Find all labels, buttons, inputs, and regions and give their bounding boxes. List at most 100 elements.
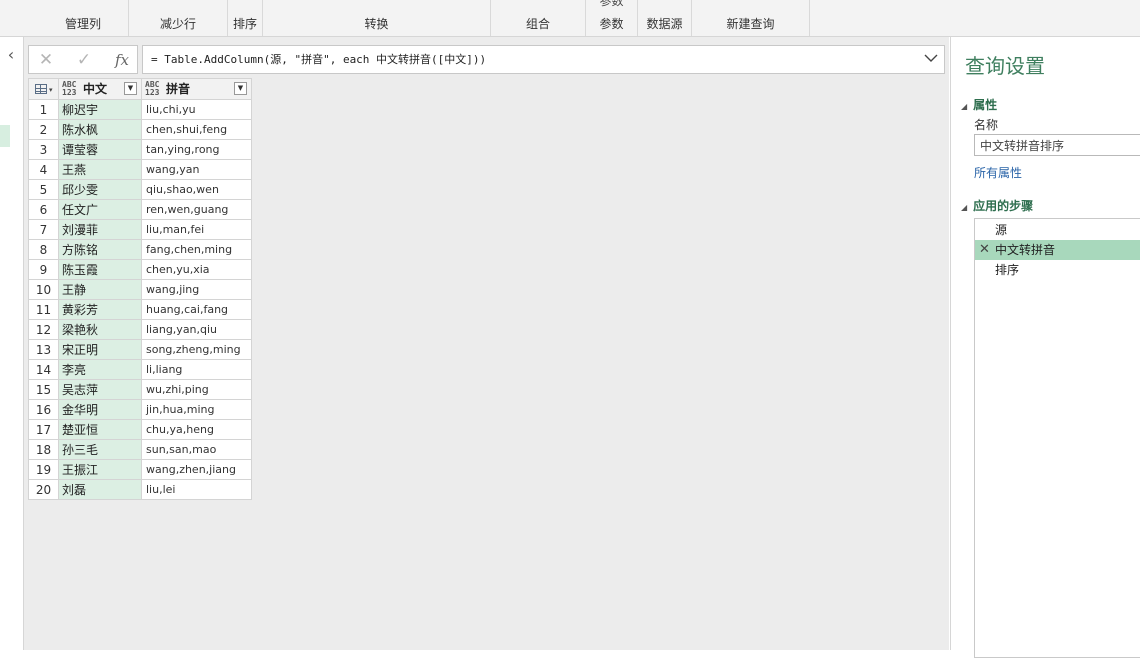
cell-chinese[interactable]: 楚亚恒: [58, 419, 142, 440]
cell-chinese[interactable]: 梁艳秋: [58, 319, 142, 340]
table-row[interactable]: 3 谭莹蓉 tan,ying,rong: [28, 139, 252, 160]
all-properties-link[interactable]: 所有属性: [974, 164, 1022, 181]
row-number[interactable]: 8: [28, 239, 59, 260]
cell-chinese[interactable]: 陈玉霞: [58, 259, 142, 280]
table-row[interactable]: 12 梁艳秋 liang,yan,qiu: [28, 319, 252, 340]
cell-pinyin[interactable]: song,zheng,ming: [141, 339, 252, 360]
row-number[interactable]: 16: [28, 399, 59, 420]
cell-pinyin[interactable]: fang,chen,ming: [141, 239, 252, 260]
cell-pinyin[interactable]: liang,yan,qiu: [141, 319, 252, 340]
cell-pinyin[interactable]: chen,shui,feng: [141, 119, 252, 140]
table-row[interactable]: 13 宋正明 song,zheng,ming: [28, 339, 252, 360]
cell-pinyin[interactable]: qiu,shao,wen: [141, 179, 252, 200]
expand-formula-bar-icon[interactable]: [922, 50, 940, 68]
row-number[interactable]: 5: [28, 179, 59, 200]
cell-chinese[interactable]: 谭莹蓉: [58, 139, 142, 160]
table-row[interactable]: 16 金华明 jin,hua,ming: [28, 399, 252, 420]
row-number[interactable]: 17: [28, 419, 59, 440]
table-row[interactable]: 11 黄彩芳 huang,cai,fang: [28, 299, 252, 320]
filter-dropdown-icon[interactable]: ▼: [124, 82, 137, 95]
cell-chinese[interactable]: 黄彩芳: [58, 299, 142, 320]
row-number[interactable]: 9: [28, 259, 59, 280]
insert-function-icon[interactable]: fx: [109, 49, 135, 71]
cell-pinyin[interactable]: sun,san,mao: [141, 439, 252, 460]
properties-section-header[interactable]: ◢ 属性: [961, 96, 997, 113]
cell-chinese[interactable]: 王振江: [58, 459, 142, 480]
ribbon-group-combine[interactable]: 组合: [491, 0, 586, 36]
row-number[interactable]: 1: [28, 99, 59, 120]
row-number[interactable]: 20: [28, 479, 59, 500]
row-number[interactable]: 10: [28, 279, 59, 300]
filter-dropdown-icon[interactable]: ▼: [234, 82, 247, 95]
cell-pinyin[interactable]: jin,hua,ming: [141, 399, 252, 420]
cell-pinyin[interactable]: liu,man,fei: [141, 219, 252, 240]
cell-pinyin[interactable]: wang,zhen,jiang: [141, 459, 252, 480]
row-number[interactable]: 14: [28, 359, 59, 380]
cell-pinyin[interactable]: liu,lei: [141, 479, 252, 500]
table-row[interactable]: 17 楚亚恒 chu,ya,heng: [28, 419, 252, 440]
step-source[interactable]: 源: [975, 220, 1140, 240]
cell-chinese[interactable]: 柳迟宇: [58, 99, 142, 120]
row-number[interactable]: 11: [28, 299, 59, 320]
table-row[interactable]: 19 王振江 wang,zhen,jiang: [28, 459, 252, 480]
table-menu-button[interactable]: ▾: [28, 78, 59, 100]
table-row[interactable]: 15 吴志萍 wu,zhi,ping: [28, 379, 252, 400]
row-number[interactable]: 6: [28, 199, 59, 220]
expand-queries-icon[interactable]: ‹: [2, 46, 20, 64]
row-number[interactable]: 4: [28, 159, 59, 180]
ribbon-group-reduce-rows[interactable]: 减少行: [129, 0, 228, 36]
cell-pinyin[interactable]: liu,chi,yu: [141, 99, 252, 120]
cell-pinyin[interactable]: ren,wen,guang: [141, 199, 252, 220]
applied-steps-section-header[interactable]: ◢ 应用的步骤: [961, 197, 1033, 214]
cell-chinese[interactable]: 陈水枫: [58, 119, 142, 140]
cell-pinyin[interactable]: chu,ya,heng: [141, 419, 252, 440]
table-row[interactable]: 7 刘漫菲 liu,man,fei: [28, 219, 252, 240]
row-number[interactable]: 3: [28, 139, 59, 160]
cell-chinese[interactable]: 刘漫菲: [58, 219, 142, 240]
cell-chinese[interactable]: 宋正明: [58, 339, 142, 360]
table-row[interactable]: 14 李亮 li,liang: [28, 359, 252, 380]
table-row[interactable]: 4 王燕 wang,yan: [28, 159, 252, 180]
row-number[interactable]: 18: [28, 439, 59, 460]
formula-text[interactable]: = Table.AddColumn(源, "拼音", each 中文转拼音([中…: [151, 46, 486, 73]
row-number[interactable]: 2: [28, 119, 59, 140]
table-row[interactable]: 1 柳迟宇 liu,chi,yu: [28, 99, 252, 120]
table-row[interactable]: 5 邱少雯 qiu,shao,wen: [28, 179, 252, 200]
table-row[interactable]: 8 方陈铭 fang,chen,ming: [28, 239, 252, 260]
row-number[interactable]: 12: [28, 319, 59, 340]
cell-chinese[interactable]: 金华明: [58, 399, 142, 420]
cell-chinese[interactable]: 吴志萍: [58, 379, 142, 400]
table-row[interactable]: 9 陈玉霞 chen,yu,xia: [28, 259, 252, 280]
step-sort[interactable]: 排序: [975, 260, 1140, 280]
delete-step-icon[interactable]: ✕: [979, 240, 990, 260]
cell-chinese[interactable]: 王燕: [58, 159, 142, 180]
ribbon-group-data-source[interactable]: 数据源: [638, 0, 692, 36]
cell-chinese[interactable]: 王静: [58, 279, 142, 300]
row-number[interactable]: 15: [28, 379, 59, 400]
ribbon-group-sort[interactable]: 排序: [228, 0, 263, 36]
cell-pinyin[interactable]: li,liang: [141, 359, 252, 380]
cell-chinese[interactable]: 刘磊: [58, 479, 142, 500]
column-header-py[interactable]: ABC 123 拼音 ▼: [141, 78, 252, 100]
cell-chinese[interactable]: 任文广: [58, 199, 142, 220]
cell-chinese[interactable]: 孙三毛: [58, 439, 142, 460]
cell-pinyin[interactable]: wu,zhi,ping: [141, 379, 252, 400]
table-row[interactable]: 20 刘磊 liu,lei: [28, 479, 252, 500]
row-number[interactable]: 13: [28, 339, 59, 360]
row-number[interactable]: 19: [28, 459, 59, 480]
table-row[interactable]: 6 任文广 ren,wen,guang: [28, 199, 252, 220]
ribbon-group-parameters[interactable]: 参数 参数: [586, 0, 638, 36]
ribbon-group-manage-columns[interactable]: 管理列: [38, 0, 129, 36]
column-header-zh[interactable]: ABC 123 中文 ▼: [58, 78, 142, 100]
ribbon-group-new-query[interactable]: 新建查询: [692, 0, 810, 36]
cell-pinyin[interactable]: tan,ying,rong: [141, 139, 252, 160]
cell-pinyin[interactable]: wang,yan: [141, 159, 252, 180]
table-row[interactable]: 10 王静 wang,jing: [28, 279, 252, 300]
cell-chinese[interactable]: 李亮: [58, 359, 142, 380]
step-to-pinyin[interactable]: ✕ 中文转拼音: [975, 240, 1140, 260]
ribbon-group-transform[interactable]: 转换: [263, 0, 491, 36]
table-row[interactable]: 2 陈水枫 chen,shui,feng: [28, 119, 252, 140]
query-name-input[interactable]: [974, 134, 1140, 156]
cell-pinyin[interactable]: wang,jing: [141, 279, 252, 300]
formula-bar[interactable]: = Table.AddColumn(源, "拼音", each 中文转拼音([中…: [142, 45, 945, 74]
